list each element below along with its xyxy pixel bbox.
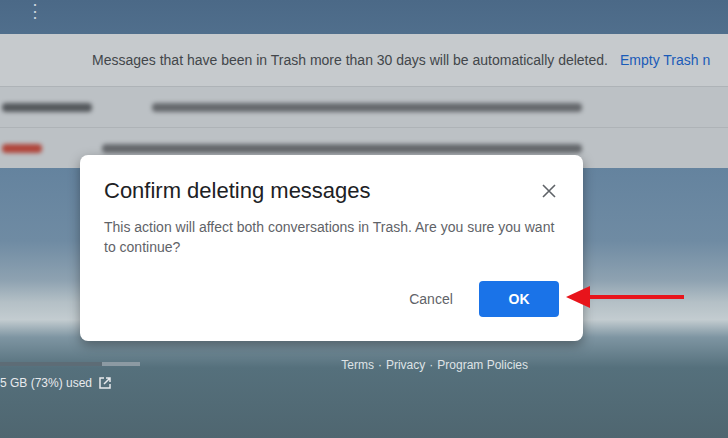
footer-link[interactable]: Program Policies (437, 358, 528, 372)
confirm-dialog: Confirm deleting messages This action wil… (80, 155, 583, 341)
close-icon[interactable] (541, 183, 557, 199)
footer-separator: · (429, 358, 433, 372)
empty-trash-link[interactable]: Empty Trash n (620, 52, 710, 68)
dialog-title: Confirm deleting messages (104, 177, 371, 205)
footer-separator: · (378, 358, 382, 372)
close-button[interactable] (539, 181, 559, 201)
blurred-subject (152, 103, 582, 112)
storage-meter: 5 GB (73%) used (0, 362, 140, 390)
message-row[interactable] (0, 86, 728, 127)
footer-links: Terms · Privacy · Program Policies (341, 358, 528, 372)
cancel-button[interactable]: Cancel (391, 281, 471, 317)
gmail-trash-page: ⋮ Messages that have been in Trash more t… (0, 0, 728, 438)
more-menu-icon[interactable]: ⋮ (26, 0, 44, 22)
dialog-message: This action will affect both conversatio… (104, 217, 559, 257)
page-footer: 5 GB (73%) usedTerms·Privacy·Program Pol… (0, 362, 728, 438)
blurred-subject (102, 144, 582, 153)
external-link-icon[interactable] (98, 376, 112, 390)
blurred-sender (2, 103, 92, 112)
storage-fill (0, 362, 102, 366)
dialog-header: Confirm deleting messages (104, 177, 559, 205)
ok-button[interactable]: OK (479, 281, 559, 317)
blurred-sender (2, 144, 42, 153)
trash-banner: Messages that have been in Trash more th… (0, 34, 728, 86)
storage-track (0, 362, 140, 366)
footer-link[interactable]: Privacy (386, 358, 425, 372)
banner-text: Messages that have been in Trash more th… (92, 52, 608, 68)
dialog-actions: CancelOK (104, 281, 559, 317)
annotation-arrow-icon (564, 284, 686, 310)
footer-link[interactable]: Terms (341, 358, 374, 372)
storage-usage: 5 GB (73%) used (0, 376, 140, 390)
top-bar: ⋮ (0, 0, 728, 34)
